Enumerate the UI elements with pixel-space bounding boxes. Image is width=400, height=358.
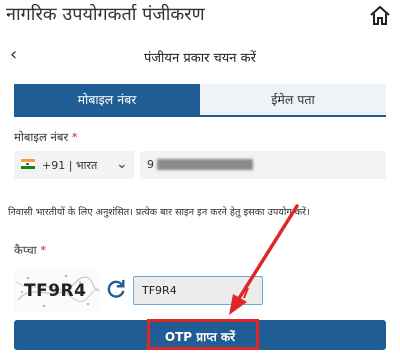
required-mark: *	[40, 243, 47, 257]
captcha-label: कैप्चा *	[14, 243, 46, 258]
section-title: पंजीयन प्रकार चयन करें	[144, 51, 256, 66]
captcha-input[interactable]: TF9R4	[133, 276, 263, 305]
redacted-number-mask	[157, 159, 253, 170]
captcha-label-text: कैप्चा	[14, 243, 37, 257]
mobile-number-label: मोबाइल नंबर *	[14, 130, 78, 145]
country-code-select[interactable]: +91 | भारत ⌄	[14, 151, 134, 179]
chevron-down-icon: ⌄	[116, 156, 128, 172]
recommendation-note: निवासी भारतीयों के लिए अनुशंसित। प्रत्ये…	[8, 207, 310, 218]
india-flag-icon	[21, 159, 35, 169]
captcha-image-text: TF9R4	[24, 281, 87, 301]
tab-underline	[14, 115, 386, 117]
country-code-value: +91 | भारत	[42, 159, 98, 172]
required-mark: *	[71, 130, 78, 144]
tab-email-address[interactable]: ईमेल पता	[200, 84, 386, 115]
registration-type-tabs: मोबाइल नंबर ईमेल पता	[14, 84, 386, 115]
captcha-input-value: TF9R4	[142, 284, 177, 297]
tab-mobile-number[interactable]: मोबाइल नंबर	[14, 84, 200, 115]
refresh-icon[interactable]	[105, 278, 127, 300]
home-icon[interactable]	[368, 4, 392, 28]
captcha-image: TF9R4	[14, 270, 100, 312]
mobile-number-input[interactable]: 9	[140, 151, 386, 179]
mobile-label-text: मोबाइल नंबर	[14, 130, 69, 144]
page-title: नागरिक उपयोगकर्ता पंजीकरण	[6, 4, 205, 25]
mobile-number-value: 9	[147, 158, 154, 171]
highlight-box	[147, 319, 259, 350]
